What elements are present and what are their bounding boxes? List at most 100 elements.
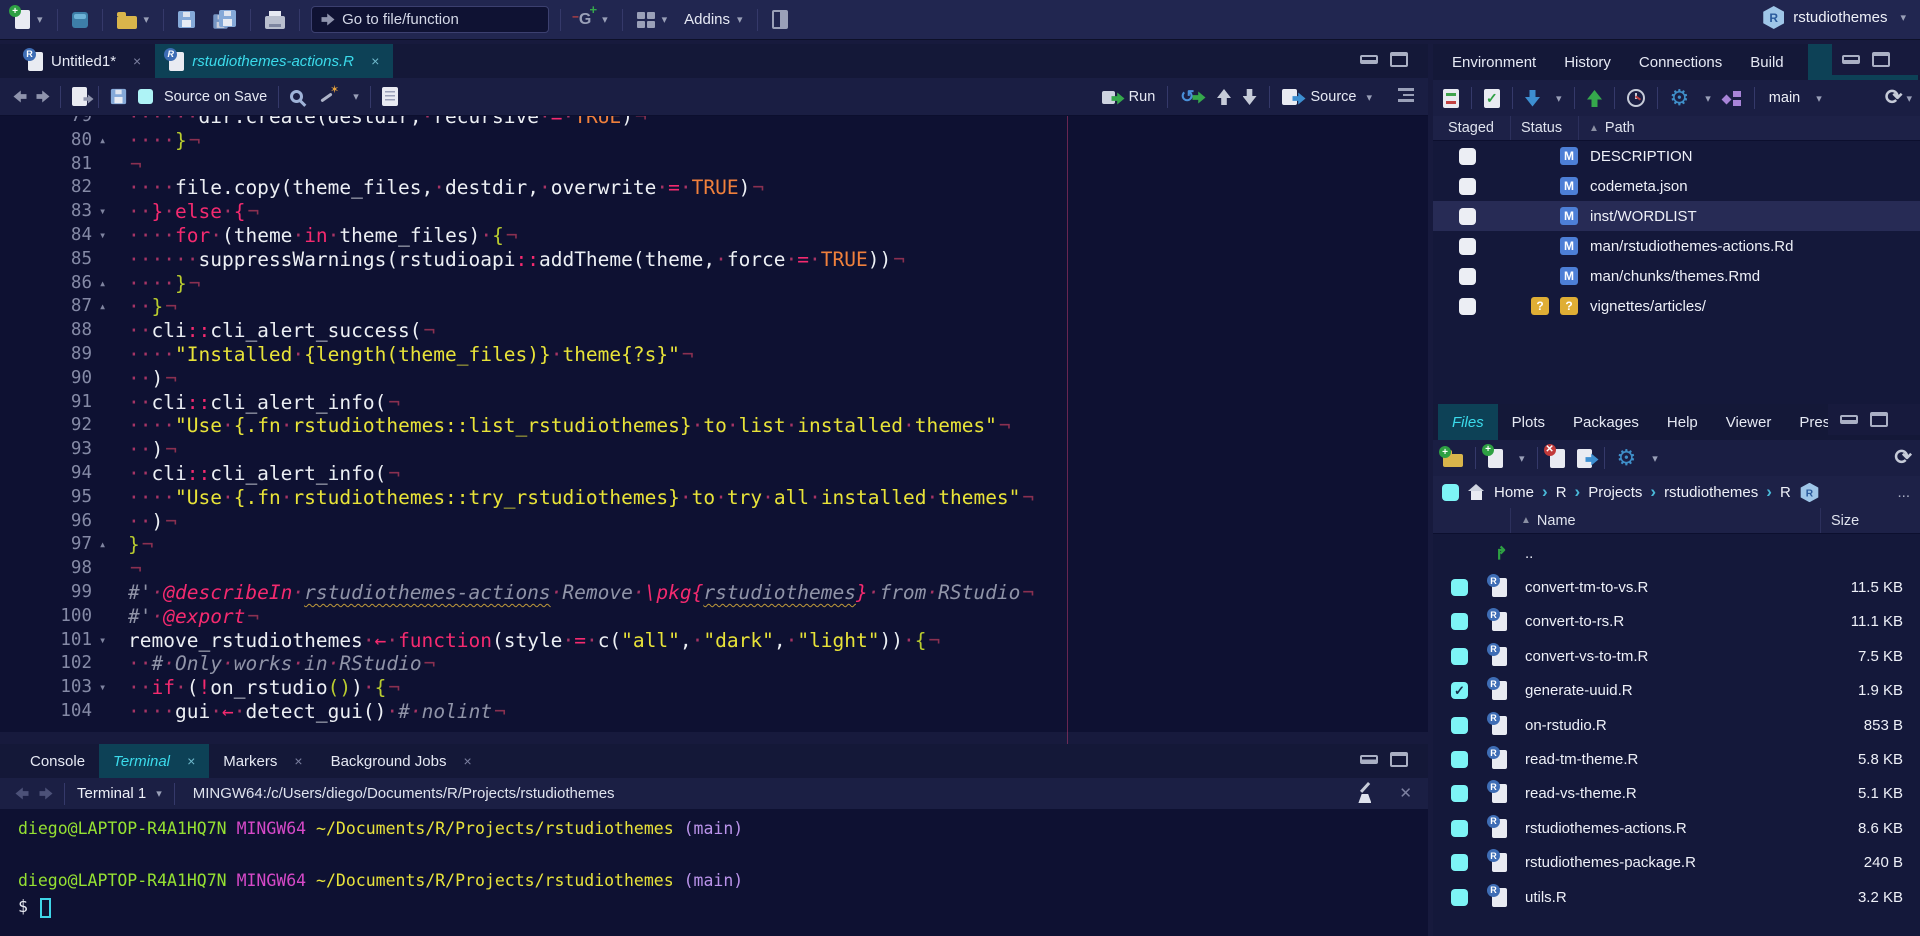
- save-button[interactable]: [175, 8, 198, 31]
- file-checkbox[interactable]: ✓: [1451, 682, 1468, 699]
- file-row[interactable]: convert-vs-to-tm.R7.5 KB: [1433, 639, 1920, 673]
- breadcrumb-item-home[interactable]: Home: [1494, 484, 1534, 501]
- project-selector[interactable]: R rstudiothemes ▾: [1763, 6, 1906, 29]
- file-row[interactable]: on-rstudio.R853 B: [1433, 708, 1920, 742]
- minimize-icon[interactable]: [1842, 55, 1860, 64]
- branch-selector[interactable]: main: [1769, 90, 1800, 106]
- more-gear-icon[interactable]: ⚙: [1617, 448, 1637, 468]
- code-line[interactable]: 94··cli::cli_alert_info(¬: [0, 462, 1428, 486]
- tab-environment[interactable]: Environment: [1438, 44, 1550, 80]
- code-line[interactable]: 80▴····}¬: [0, 129, 1428, 153]
- fold-marker-icon[interactable]: ▾: [99, 629, 106, 653]
- open-file-button[interactable]: ▾: [114, 8, 153, 32]
- column-staged[interactable]: Staged: [1448, 120, 1510, 136]
- new-file-button[interactable]: + ▾: [12, 7, 46, 32]
- git-row[interactable]: Mman/chunks/themes.Rmd: [1433, 261, 1920, 291]
- maximize-icon[interactable]: [1870, 412, 1888, 427]
- code-line[interactable]: 101▾remove_rstudiothemes·←·function(styl…: [0, 629, 1428, 653]
- close-icon[interactable]: ×: [133, 54, 141, 68]
- code-line[interactable]: 90··)¬: [0, 367, 1428, 391]
- workspace-panes-button[interactable]: ▾: [634, 9, 671, 31]
- tab-markers[interactable]: Markers×: [209, 744, 316, 778]
- save-source-button[interactable]: [111, 89, 126, 104]
- file-row[interactable]: rstudiothemes-actions.R8.6 KB: [1433, 811, 1920, 845]
- file-name[interactable]: generate-uuid.R: [1525, 682, 1633, 699]
- files-refresh-button[interactable]: ⟳: [1894, 448, 1912, 468]
- file-checkbox[interactable]: [1451, 648, 1468, 665]
- file-name[interactable]: convert-vs-to-tm.R: [1525, 648, 1648, 665]
- file-row[interactable]: convert-to-rs.R11.1 KB: [1433, 605, 1920, 639]
- pull-button[interactable]: [1525, 90, 1540, 107]
- staged-checkbox[interactable]: [1459, 298, 1476, 315]
- terminal-forward-button[interactable]: [40, 788, 53, 800]
- fold-marker-icon[interactable]: ▾: [99, 224, 106, 248]
- close-icon[interactable]: ×: [294, 754, 302, 768]
- code-line[interactable]: 83▾··}·else·{¬: [0, 200, 1428, 224]
- code-line[interactable]: 82····file.copy(theme_files,·destdir,·ov…: [0, 176, 1428, 200]
- source-on-save-checkbox[interactable]: [138, 89, 153, 104]
- forward-button[interactable]: [37, 91, 50, 103]
- file-row[interactable]: utils.R3.2 KB: [1433, 880, 1920, 914]
- fold-marker-icon[interactable]: ▴: [99, 272, 106, 296]
- code-line[interactable]: 104····gui·←·detect_gui()·#·nolint¬: [0, 700, 1428, 724]
- fold-marker-icon[interactable]: ▾: [99, 200, 106, 224]
- new-folder-button[interactable]: +: [1443, 454, 1463, 467]
- branch-icon[interactable]: [1723, 90, 1742, 107]
- git-row[interactable]: ??vignettes/articles/: [1433, 291, 1920, 321]
- code-tools-button[interactable]: [318, 87, 338, 107]
- tab-rstudiothemes-actions-r[interactable]: rstudiothemes-actions.R×: [155, 44, 393, 78]
- maximize-icon[interactable]: [1872, 52, 1890, 67]
- code-line[interactable]: 95····"Use·{.fn·rstudiothemes::try_rstud…: [0, 486, 1428, 510]
- git-row[interactable]: MDESCRIPTION: [1433, 141, 1920, 171]
- breadcrumb-item-r[interactable]: R: [1556, 484, 1567, 501]
- breadcrumb-item-projects[interactable]: Projects: [1588, 484, 1642, 501]
- next-chunk-button[interactable]: [1243, 89, 1257, 105]
- code-line[interactable]: 91··cli::cli_alert_info(¬: [0, 391, 1428, 415]
- code-line[interactable]: 79······dir.create(destdir,·recursive·=·…: [0, 116, 1428, 129]
- document-outline-button[interactable]: [1398, 88, 1414, 102]
- file-name[interactable]: rstudiothemes-package.R: [1525, 854, 1696, 871]
- tab-packages[interactable]: Packages: [1559, 404, 1653, 440]
- tab-viewer[interactable]: Viewer: [1712, 404, 1786, 440]
- staged-checkbox[interactable]: [1459, 208, 1476, 225]
- breadcrumb-item-rstudiothemes[interactable]: rstudiothemes: [1664, 484, 1758, 501]
- tab-terminal[interactable]: Terminal×: [99, 744, 209, 778]
- previous-chunk-button[interactable]: [1217, 89, 1231, 105]
- file-name[interactable]: read-vs-theme.R: [1525, 785, 1637, 802]
- tab-history[interactable]: History: [1550, 44, 1625, 80]
- file-row[interactable]: ✓generate-uuid.R1.9 KB: [1433, 674, 1920, 708]
- git-row[interactable]: Mman/rstudiothemes-actions.Rd: [1433, 231, 1920, 261]
- minimize-icon[interactable]: [1840, 415, 1858, 424]
- code-line[interactable]: 97▴}¬: [0, 533, 1428, 557]
- file-row[interactable]: rstudiothemes-package.R240 B: [1433, 846, 1920, 880]
- goto-input[interactable]: [342, 11, 512, 28]
- code-line[interactable]: 86▴····}¬: [0, 272, 1428, 296]
- tab-background-jobs[interactable]: Background Jobs×: [317, 744, 486, 778]
- code-line[interactable]: 85······suppressWarnings(rstudioapi::add…: [0, 248, 1428, 272]
- file-checkbox[interactable]: [1451, 717, 1468, 734]
- print-button[interactable]: [262, 7, 288, 32]
- file-checkbox[interactable]: [1451, 820, 1468, 837]
- file-row[interactable]: ⬑..: [1433, 536, 1920, 570]
- terminal-back-button[interactable]: [16, 788, 29, 800]
- tab-build[interactable]: Build: [1736, 44, 1797, 80]
- code-line[interactable]: 99#'·@describeIn·rstudiothemes-actions·R…: [0, 581, 1428, 605]
- file-row[interactable]: read-vs-theme.R5.1 KB: [1433, 777, 1920, 811]
- code-line[interactable]: 84▾····for·(theme·in·theme_files)·{¬: [0, 224, 1428, 248]
- addins-button[interactable]: Addins ▾: [681, 8, 745, 31]
- file-name[interactable]: on-rstudio.R: [1525, 717, 1607, 734]
- close-icon[interactable]: ×: [463, 754, 471, 768]
- breadcrumb-item-r[interactable]: R: [1780, 484, 1791, 501]
- gear-icon[interactable]: ⚙: [1670, 88, 1690, 108]
- minimize-icon[interactable]: [1360, 755, 1378, 764]
- new-blank-file-button[interactable]: +: [1488, 449, 1503, 468]
- column-path[interactable]: ▲Path: [1578, 116, 1920, 140]
- code-line[interactable]: 100#'·@export¬: [0, 605, 1428, 629]
- code-line[interactable]: 89····"Installed·{length(theme_files)}·t…: [0, 343, 1428, 367]
- code-line[interactable]: 93··)¬: [0, 438, 1428, 462]
- breadcrumb-overflow[interactable]: ...: [1897, 484, 1910, 501]
- column-status[interactable]: Status: [1510, 116, 1578, 140]
- file-row[interactable]: read-tm-theme.R5.8 KB: [1433, 742, 1920, 776]
- history-clock-button[interactable]: [1627, 89, 1645, 107]
- run-button[interactable]: Run: [1102, 89, 1156, 105]
